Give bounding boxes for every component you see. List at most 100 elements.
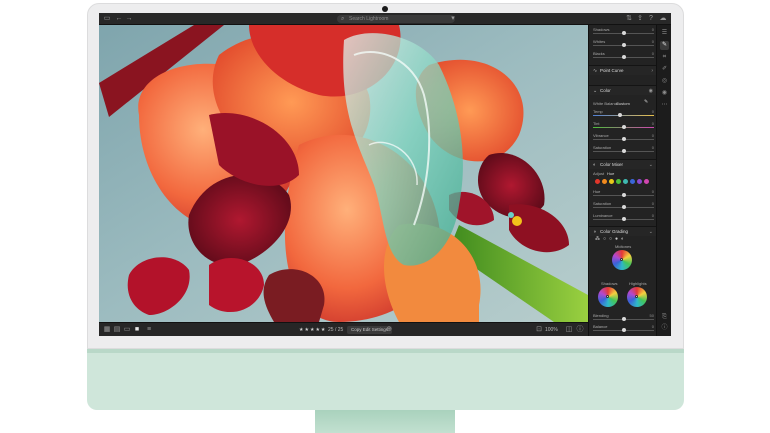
crop-icon[interactable]: ⌗ — [660, 53, 669, 62]
slider-knob[interactable] — [621, 205, 626, 209]
slider-label: Hue — [593, 189, 601, 194]
color-swatch[interactable] — [630, 179, 635, 184]
healing-brush-icon[interactable]: ✐ — [660, 65, 669, 74]
white-balance-select[interactable]: Custom — [616, 101, 630, 106]
slider-knob[interactable] — [621, 193, 626, 197]
slider-value[interactable]: 0 — [652, 213, 654, 218]
slider-hue[interactable]: Hue 0 — [593, 189, 654, 199]
slider-knob[interactable] — [621, 217, 626, 221]
square-grid-icon[interactable]: ▤ — [113, 326, 121, 334]
grading-mode-icons[interactable]: ⁂○○●◐ — [595, 237, 627, 242]
color-swatch[interactable] — [623, 179, 628, 184]
single-view-icon[interactable]: ▭ — [123, 326, 131, 334]
slider-mixer-saturation[interactable]: Saturation 0 — [593, 201, 654, 211]
wheel-handle[interactable] — [606, 295, 609, 298]
white-balance-label: White Balance — [593, 101, 619, 106]
slider-value[interactable]: 50 — [650, 313, 654, 318]
slider-blending[interactable]: Blending 50 — [593, 313, 654, 323]
slider-value[interactable]: 0 — [652, 133, 654, 138]
slider-blacks[interactable]: Blacks 0 — [593, 51, 654, 61]
slider-knob[interactable] — [621, 149, 626, 153]
flower-photo — [99, 25, 588, 322]
slider-whites[interactable]: Whites 0 — [593, 39, 654, 49]
chevron-down-icon: ⌄ — [648, 229, 653, 235]
slider-saturation[interactable]: Saturation 0 — [593, 145, 654, 155]
fit-icon[interactable]: ⊡ — [535, 326, 543, 334]
slider-knob[interactable] — [621, 125, 626, 129]
slider-value[interactable]: 0 — [652, 145, 654, 150]
slider-value[interactable]: 0 — [652, 39, 654, 44]
slider-value[interactable]: 0 — [652, 51, 654, 56]
filter-icon[interactable]: ▾ — [449, 15, 457, 23]
versions-icon[interactable]: ⎘ — [660, 313, 669, 322]
info-panel-icon[interactable]: ⓘ — [660, 324, 669, 333]
slider-knob[interactable] — [621, 31, 626, 35]
color-swatch[interactable] — [644, 179, 649, 184]
imac-chin — [87, 349, 684, 410]
slider-balance[interactable]: Balance 0 — [593, 324, 654, 334]
forward-arrow-icon[interactable]: → — [125, 15, 133, 23]
color-grading-section-header[interactable]: ◑ Color Grading ⌄ — [589, 226, 656, 236]
edit-sliders-icon[interactable]: ☰ — [660, 29, 669, 38]
point-curve-section[interactable]: ∿ Point Curve › — [589, 65, 656, 75]
color-swatch[interactable] — [609, 179, 614, 184]
presets-icon[interactable]: ⋯ — [660, 101, 669, 110]
star-rating[interactable]: ★★★★★ — [299, 323, 326, 336]
slider-knob[interactable] — [621, 328, 626, 332]
slider-tint[interactable]: Tint 0 — [593, 121, 654, 131]
slider-vibrance[interactable]: Vibrance 0 — [593, 133, 654, 143]
slider-value[interactable]: 0 — [652, 27, 654, 32]
slider-temp[interactable]: Temp 0 — [593, 109, 654, 119]
info-icon[interactable]: ⓘ — [576, 326, 584, 334]
wheel-handle[interactable] — [620, 258, 623, 261]
search-input[interactable]: ⌕ Search Lightroom — [337, 15, 455, 23]
eye-icon[interactable]: ◉ — [649, 86, 653, 96]
shadows-color-wheel[interactable] — [598, 287, 618, 307]
chevron-right-icon: › — [651, 68, 653, 74]
red-eye-icon[interactable]: ◉ — [660, 89, 669, 98]
masking-icon[interactable]: ◎ — [660, 77, 669, 86]
color-swatch[interactable] — [637, 179, 642, 184]
back-arrow-icon[interactable]: ← — [115, 15, 123, 23]
sort-icon[interactable]: ≡ — [145, 326, 153, 334]
color-swatch[interactable] — [602, 179, 607, 184]
slider-value[interactable]: 0 — [652, 324, 654, 329]
search-icon: ⌕ — [341, 16, 345, 22]
midtones-color-wheel[interactable] — [612, 250, 632, 270]
wheel-handle[interactable] — [635, 295, 638, 298]
slider-value[interactable]: 0 — [652, 201, 654, 206]
edit-icon[interactable]: ✎ — [660, 41, 669, 50]
highlights-color-wheel[interactable] — [627, 287, 647, 307]
slider-knob[interactable] — [621, 317, 626, 321]
slider-shadows[interactable]: Shadows 0 — [593, 27, 654, 37]
sidebar-toggle-icon[interactable]: ▭ — [103, 15, 111, 23]
help-icon[interactable]: ? — [647, 15, 655, 23]
slider-knob[interactable] — [621, 55, 626, 59]
slider-value[interactable]: 0 — [652, 121, 654, 126]
cloud-icon[interactable]: ☁ — [659, 15, 667, 23]
eyedropper-icon[interactable]: ✎ — [644, 100, 648, 105]
slider-value[interactable]: 0 — [652, 109, 654, 114]
color-swatch[interactable] — [616, 179, 621, 184]
imac-scene: ▭ ← → ⌕ Search Lightroom ▾ ⇅ ⇪ ? ☁ ▦ ▤ ▭… — [0, 0, 770, 433]
compare-icon[interactable]: ◫ — [565, 326, 573, 334]
zoom-level[interactable]: 100% — [545, 323, 558, 336]
chevron-down-icon: ⌄ — [648, 162, 653, 168]
sync-icon[interactable]: ⇅ — [625, 15, 633, 23]
detail-view-icon[interactable]: ■ — [133, 326, 141, 334]
slider-knob[interactable] — [618, 113, 623, 117]
adjust-select[interactable]: Hue — [607, 171, 614, 176]
paste-icon[interactable]: ⊕ — [385, 326, 393, 334]
color-swatch[interactable] — [595, 179, 600, 184]
temp-track[interactable] — [593, 115, 654, 116]
color-section-header[interactable]: ⌄ Color ◉ — [589, 85, 656, 95]
highlights-label: Highlights — [629, 281, 647, 286]
share-icon[interactable]: ⇪ — [636, 15, 644, 23]
color-mixer-section-header[interactable]: ◐ Color Mixer ⌄ — [589, 159, 656, 169]
slider-luminance[interactable]: Luminance 0 — [593, 213, 654, 223]
slider-knob[interactable] — [621, 137, 626, 141]
slider-value[interactable]: 0 — [652, 189, 654, 194]
photo-canvas[interactable] — [99, 25, 588, 322]
grid-view-icon[interactable]: ▦ — [103, 326, 111, 334]
slider-knob[interactable] — [621, 43, 626, 47]
